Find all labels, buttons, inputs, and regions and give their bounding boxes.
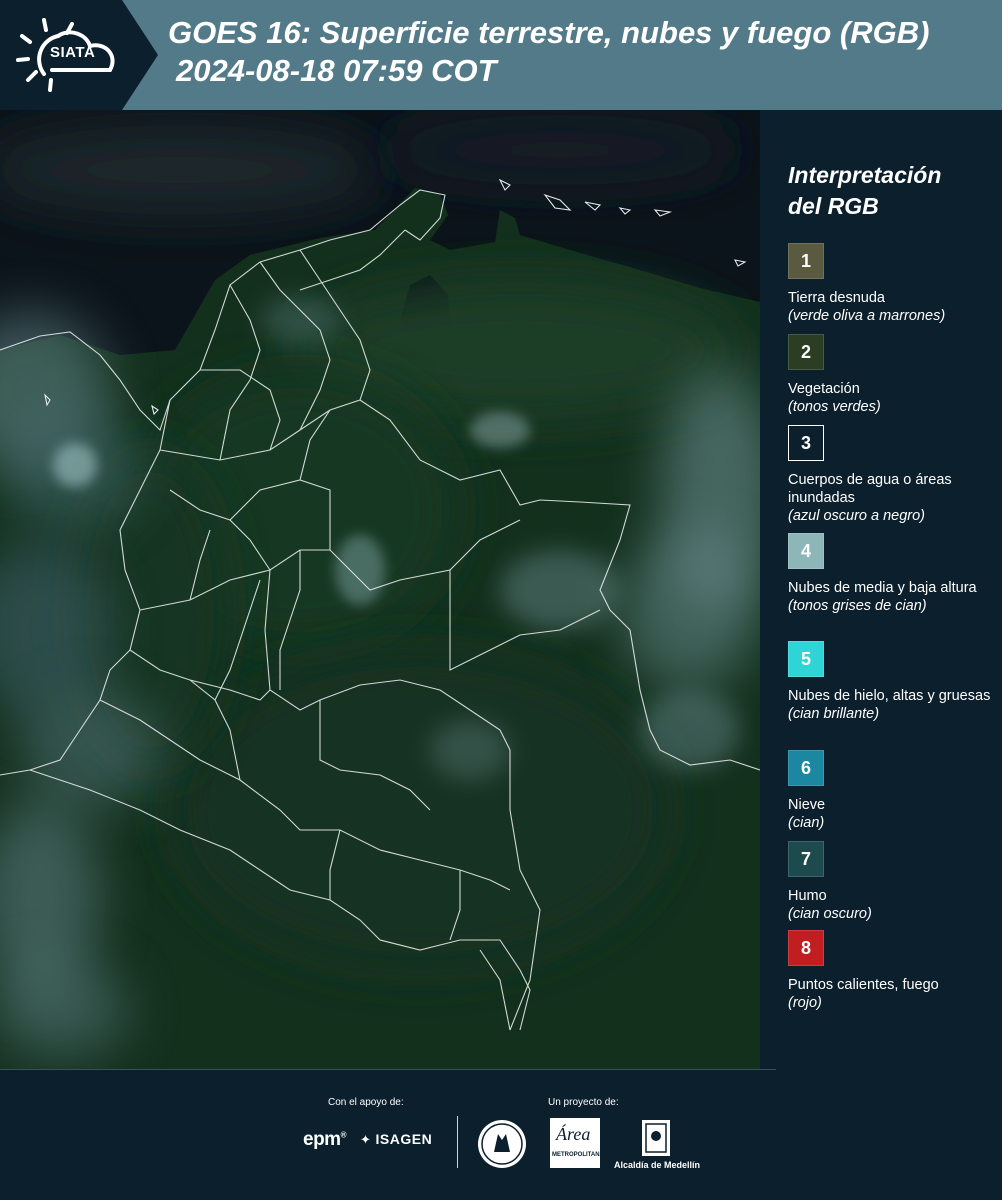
footer-divider <box>0 1069 776 1070</box>
legend-item-2: 2 Vegetación (tonos verdes) <box>788 334 993 416</box>
legend-item-3: 3 Cuerpos de agua o áreas inundadas (azu… <box>788 425 993 525</box>
isagen-mark-icon: ✦ <box>360 1132 376 1147</box>
header-bar: SIATA GOES 16: Superficie terrestre, nub… <box>0 0 1002 110</box>
legend-item-5: 5 Nubes de hielo, altas y gruesas (cian … <box>788 641 993 723</box>
satellite-map-image <box>0 110 760 1070</box>
title-line-1: GOES 16: Superficie terrestre, nubes y f… <box>168 15 930 50</box>
legend-swatch-8: 8 <box>788 930 824 966</box>
rgb-legend: Interpretación del RGB 1 Tierra desnuda … <box>788 160 993 1011</box>
siata-logo: SIATA <box>0 0 158 110</box>
siata-logo-text: SIATA <box>50 44 96 61</box>
legend-swatch-2: 2 <box>788 334 824 370</box>
medellin-crest-icon <box>642 1120 670 1156</box>
footer-vertical-divider <box>457 1116 458 1168</box>
legend-swatch-1: 1 <box>788 243 824 279</box>
legend-item-8: 8 Puntos calientes, fuego (rojo) <box>788 930 993 1012</box>
seal-icon <box>478 1120 526 1168</box>
project-label: Un proyecto de: <box>548 1097 619 1108</box>
isagen-logo: ✦ ISAGEN <box>360 1131 433 1147</box>
legend-item-6: 6 Nieve (cian) <box>788 750 993 832</box>
legend-swatch-4: 4 <box>788 533 824 569</box>
epm-logo: epm® <box>303 1129 347 1150</box>
title-line-2: 2024-08-18 07:59 COT <box>176 53 497 88</box>
legend-swatch-5: 5 <box>788 641 824 677</box>
legend-swatch-7: 7 <box>788 841 824 877</box>
legend-swatch-6: 6 <box>788 750 824 786</box>
legend-item-4: 4 Nubes de media y baja altura (tonos gr… <box>788 533 993 615</box>
satellite-map[interactable] <box>0 110 760 1070</box>
support-label: Con el apoyo de: <box>328 1097 404 1108</box>
area-metropolitana-logo: Área METROPOLITANA <box>550 1118 604 1168</box>
legend-swatch-3: 3 <box>788 425 824 461</box>
legend-item-7: 7 Humo (cian oscuro) <box>788 841 993 923</box>
page-title: GOES 16: Superficie terrestre, nubes y f… <box>168 14 998 90</box>
legend-title: Interpretación del RGB <box>788 162 942 219</box>
alcaldia-label: Alcaldía de Medellín <box>613 1160 701 1170</box>
legend-item-1: 1 Tierra desnuda (verde oliva a marrones… <box>788 243 993 325</box>
